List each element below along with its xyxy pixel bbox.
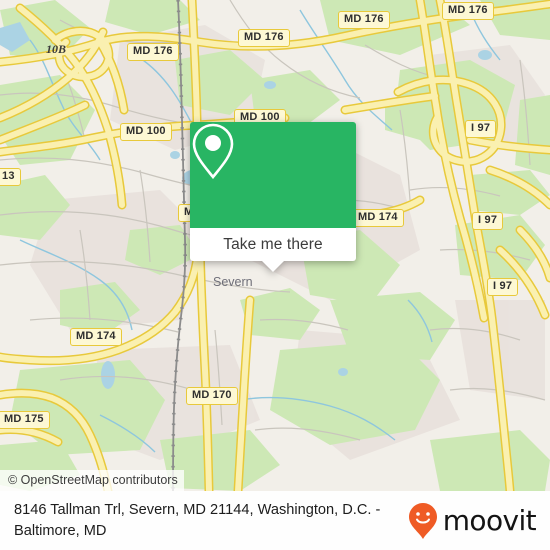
road-shield: I 97 (465, 120, 497, 138)
take-me-there-label: Take me there (223, 235, 323, 253)
road-shield: I 97 (472, 212, 504, 230)
road-shield: MD 100 (120, 123, 172, 141)
moovit-brand[interactable]: moovit (408, 502, 537, 540)
road-shield: MD 176 (127, 43, 179, 61)
place-label: Severn (213, 275, 253, 289)
road-shield: I 97 (487, 278, 519, 296)
road-shield: 13 (0, 168, 21, 186)
popup-header (190, 122, 356, 228)
address-text: 8146 Tallman Trl, Severn, MD 21144, Wash… (14, 501, 381, 539)
road-shield: MD 174 (70, 328, 122, 346)
popup-pointer-tail (262, 261, 284, 272)
map-pin-icon (192, 123, 234, 180)
exit-label: 10B (46, 42, 67, 56)
popup-action-bar[interactable]: Take me there (190, 228, 356, 261)
moovit-pin-icon (408, 502, 437, 539)
road-shield: MD 176 (338, 11, 390, 29)
moovit-wordmark: moovit (442, 503, 537, 537)
road-shield: MD 176 (442, 2, 494, 20)
road-shield: MD 170 (186, 387, 238, 405)
footer-bar: 8146 Tallman Trl, Severn, MD 21144, Wash… (0, 491, 550, 550)
road-shield: MD 175 (0, 411, 50, 429)
road-shield: MD 176 (238, 29, 290, 47)
road-shield: MD 174 (352, 209, 404, 227)
osm-attribution[interactable]: © OpenStreetMap contributors (0, 470, 184, 491)
take-me-there-popup[interactable]: Take me there (190, 122, 356, 272)
map-canvas[interactable]: MD 176 MD 176 MD 176 MD 176 MD 100 MD 100 13 MD… (0, 0, 550, 491)
